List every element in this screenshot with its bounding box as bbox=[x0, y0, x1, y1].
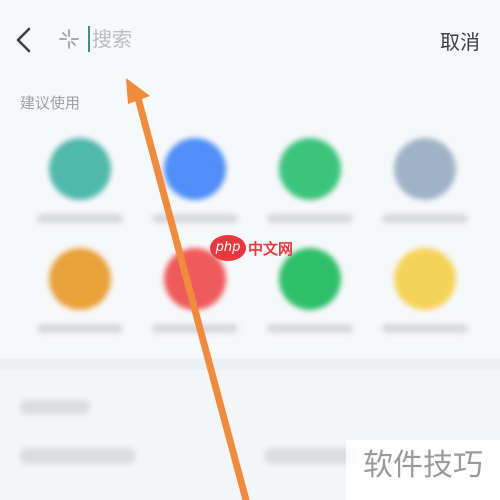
blurred-list-item bbox=[20, 448, 135, 464]
app-label-placeholder bbox=[267, 214, 353, 223]
watermark-logo: php 中文网 bbox=[210, 235, 300, 263]
app-label-placeholder bbox=[152, 324, 238, 333]
php-logo: php bbox=[210, 235, 246, 261]
chevron-left-icon[interactable] bbox=[12, 26, 36, 54]
app-label-placeholder bbox=[37, 214, 123, 223]
search-input[interactable] bbox=[92, 22, 392, 56]
watermark-text: 软件技巧 bbox=[346, 440, 500, 500]
suggested-app[interactable] bbox=[370, 138, 480, 223]
blurred-section-title bbox=[20, 400, 90, 414]
app-label-placeholder bbox=[267, 324, 353, 333]
search-bar: 取消 bbox=[0, 0, 500, 78]
app-label-placeholder bbox=[382, 324, 468, 333]
sparkle-icon bbox=[59, 29, 79, 49]
cancel-button[interactable]: 取消 bbox=[440, 26, 480, 55]
app-icon bbox=[394, 248, 456, 310]
app-label-placeholder bbox=[37, 324, 123, 333]
php-site-name: 中文网 bbox=[248, 240, 294, 258]
section-title-suggested: 建议使用 bbox=[20, 94, 81, 112]
blurred-list-item bbox=[265, 448, 355, 464]
text-caret bbox=[88, 26, 90, 52]
section-divider bbox=[0, 358, 500, 370]
app-label-placeholder bbox=[152, 214, 238, 223]
suggested-app[interactable] bbox=[255, 138, 365, 223]
app-icon bbox=[49, 248, 111, 310]
app-icon bbox=[279, 138, 341, 200]
suggested-app[interactable] bbox=[25, 138, 135, 223]
app-icon bbox=[164, 138, 226, 200]
app-icon bbox=[49, 138, 111, 200]
suggested-app[interactable] bbox=[370, 248, 480, 333]
app-label-placeholder bbox=[382, 214, 468, 223]
suggested-app[interactable] bbox=[140, 138, 250, 223]
suggested-app[interactable] bbox=[25, 248, 135, 333]
app-icon bbox=[394, 138, 456, 200]
